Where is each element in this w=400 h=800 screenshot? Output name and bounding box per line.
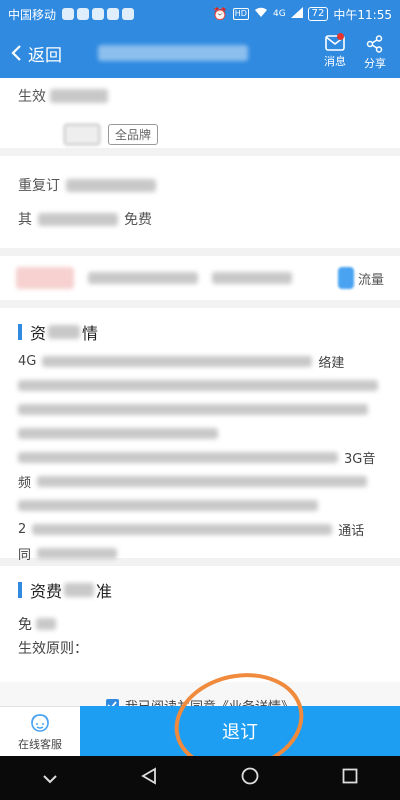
details-title-suffix: 情 (82, 324, 99, 343)
tariff-title-suffix: 准 (96, 582, 113, 601)
hd-badge: HD (232, 8, 249, 20)
effective-label: 生效 (18, 89, 46, 105)
share-icon (366, 35, 383, 53)
other-label: 其 (18, 212, 32, 228)
details-line: 4G (18, 353, 37, 369)
collapse-button[interactable] (42, 769, 58, 788)
battery-indicator: 72 (307, 7, 329, 21)
back-button[interactable]: 返回 (0, 41, 62, 66)
tariff-title: 资费 (30, 582, 63, 601)
share-button[interactable]: 分享 (364, 35, 386, 71)
chevron-down-icon (43, 774, 57, 783)
alarm-icon: ⏰ (212, 7, 228, 21)
tab-redacted-3[interactable] (212, 272, 292, 284)
carrier-name: 中国移动 (8, 7, 57, 22)
details-section: 资 情 4G 络建 3G音 频 2 通话 同 (0, 308, 400, 563)
message-label: 消息 (324, 55, 346, 68)
tariff-line-1: 免 (18, 617, 32, 633)
effective-section: 生效 — 全品牌 (0, 78, 400, 148)
details-line: 3G音 (344, 451, 376, 467)
agreement-checkbox[interactable] (105, 698, 119, 706)
details-line: 络建 (318, 355, 345, 371)
repeat-order-label: 重复订 (18, 178, 60, 194)
data-flow-icon (337, 267, 354, 289)
unsubscribe-button[interactable]: 退订 (80, 661, 400, 783)
details-line: 同 (18, 547, 32, 563)
nav-back-button[interactable] (141, 767, 157, 789)
triangle-back-icon (141, 767, 157, 785)
main-content[interactable]: 生效 — 全品牌 重复订 其 免费 流量 资 情 (0, 78, 400, 706)
clock: 中午11:55 (333, 7, 392, 22)
tariff-section: 资费 准 免 生效原则： (0, 566, 400, 682)
online-service-label: 在线客服 (18, 737, 62, 751)
network-type: 4G (272, 9, 286, 19)
back-label: 返回 (28, 45, 62, 66)
notification-icons (62, 8, 135, 20)
square-recents-icon (342, 768, 358, 784)
bottom-action-bar: 在线客服 退订 (0, 661, 400, 783)
wifi-icon (254, 7, 268, 21)
status-bar: 中国移动 ⏰ HD 4G 72 中午11:55 (0, 0, 400, 28)
tab-redacted-2[interactable] (88, 272, 198, 284)
tab-data-label[interactable]: 流量 (358, 269, 384, 288)
chevron-left-icon (11, 45, 21, 61)
category-tabs[interactable]: 流量 (0, 256, 400, 300)
page-title-redacted (98, 45, 248, 61)
customer-service-icon (31, 713, 49, 732)
details-line: 2 (18, 521, 27, 537)
details-title: 资 (30, 324, 47, 343)
message-button[interactable]: 消息 (324, 33, 346, 71)
tag-all-brand: 全品牌 (108, 124, 159, 145)
free-label: 免费 (124, 212, 152, 228)
tariff-effective-rule: 生效原则： (18, 641, 88, 657)
unread-badge (337, 33, 344, 40)
online-service-button[interactable]: 在线客服 (0, 706, 80, 756)
details-line: 频 (18, 475, 32, 491)
share-label: 分享 (364, 57, 386, 70)
rules-section: 重复订 其 免费 (0, 156, 400, 248)
details-line: 通话 (338, 523, 365, 539)
signal-icon (290, 7, 303, 21)
tab-redacted-1[interactable] (16, 267, 74, 289)
system-nav-bar (0, 756, 400, 800)
nav-recents-button[interactable] (342, 768, 358, 788)
app-header: 返回 消息 分享 (0, 28, 400, 78)
tag-redacted: — (64, 124, 100, 145)
circle-home-icon (241, 767, 259, 785)
nav-home-button[interactable] (241, 767, 259, 789)
